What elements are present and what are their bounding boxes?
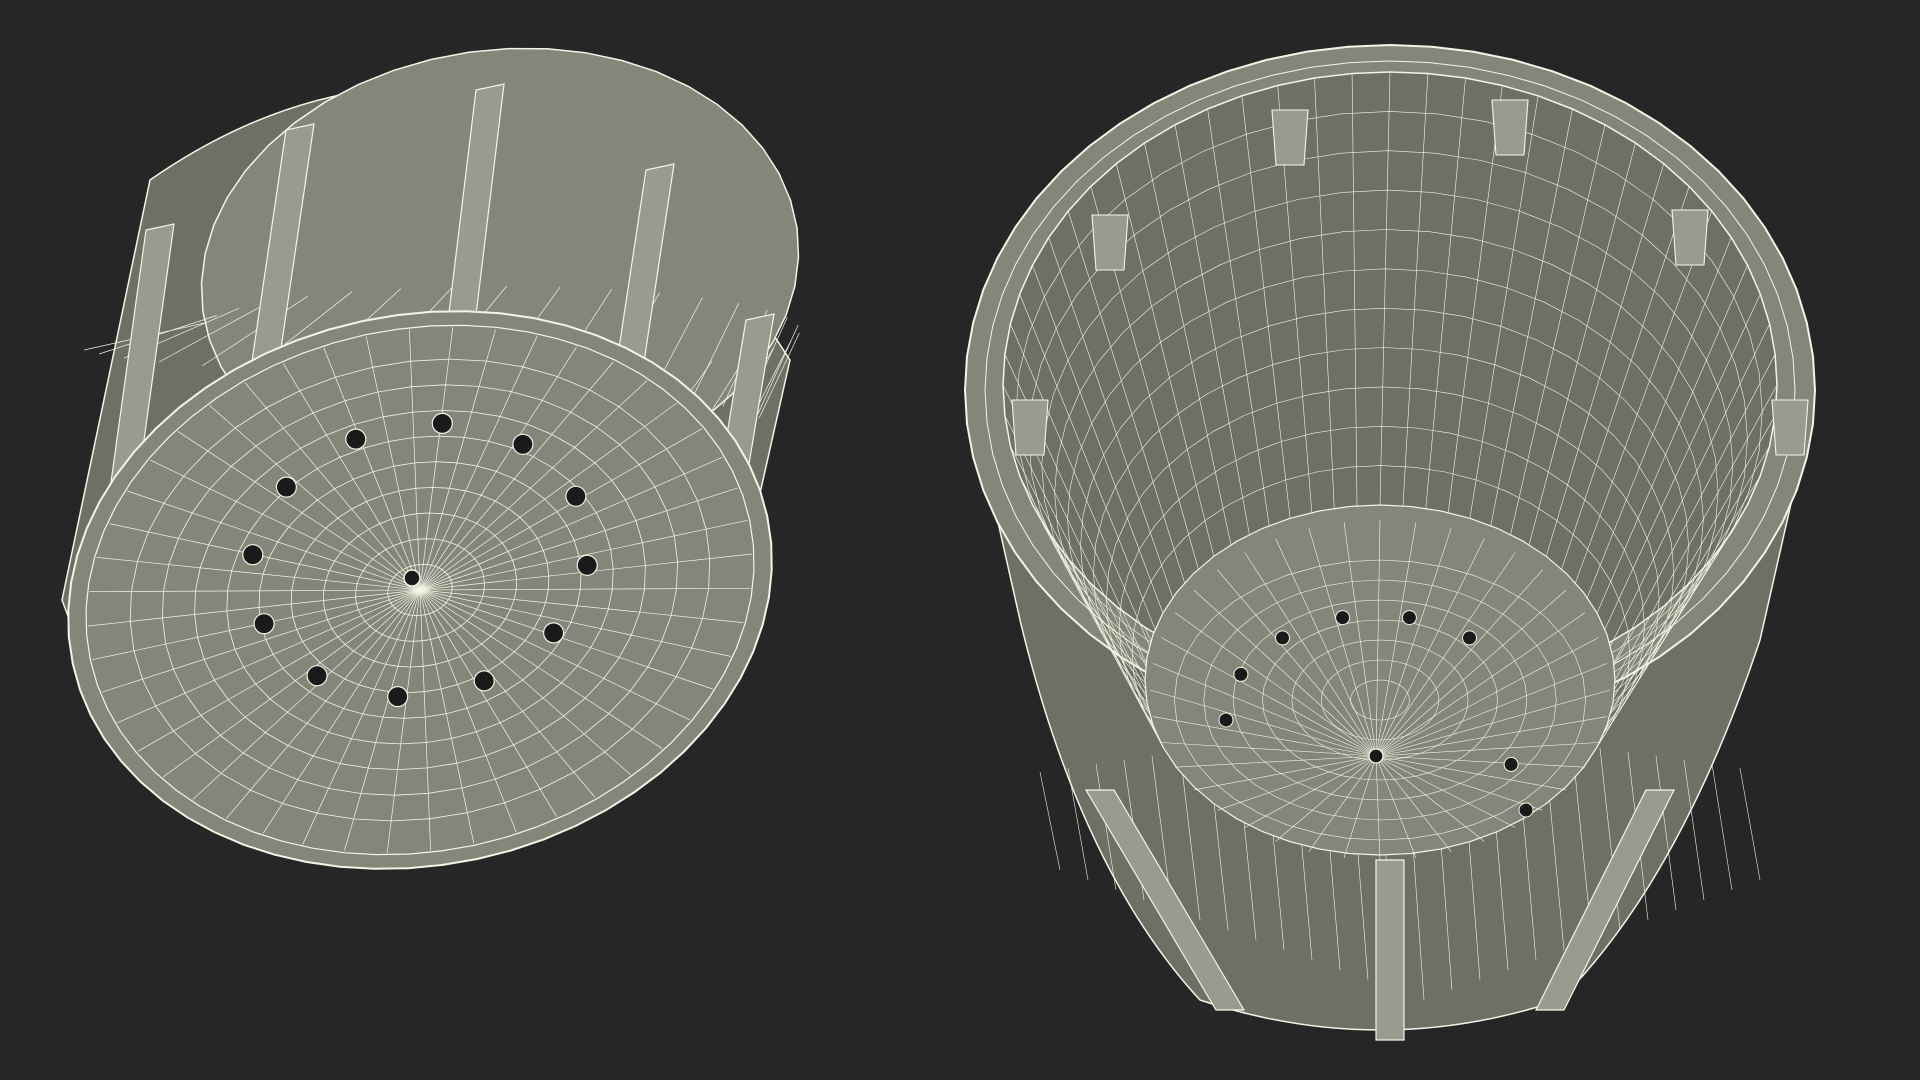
rim-tab <box>1011 399 1049 456</box>
wireframe-scene <box>0 0 1920 1080</box>
drain-hole <box>306 665 328 687</box>
drain-hole <box>1233 666 1249 682</box>
rim-tab <box>1491 99 1529 156</box>
drain-hole <box>275 476 297 498</box>
drain-hole <box>242 544 264 566</box>
drain-hole <box>1275 630 1290 646</box>
drain-hole <box>1335 610 1351 626</box>
drain-hole <box>1518 802 1534 818</box>
drain-hole <box>512 433 534 455</box>
center-hole <box>403 569 421 587</box>
rim-tab <box>1271 109 1309 166</box>
drain-hole <box>565 485 587 507</box>
drain-hole <box>576 554 598 576</box>
drain-hole <box>431 412 453 434</box>
drain-hole <box>387 685 409 708</box>
drain-hole <box>473 670 495 692</box>
drain-hole <box>1462 630 1477 646</box>
drain-hole <box>345 428 367 450</box>
support-rib <box>1375 859 1405 1041</box>
rim-tab <box>1091 214 1129 271</box>
render-canvas <box>0 0 1920 1080</box>
drain-hole <box>542 622 565 644</box>
rim-tab <box>1771 399 1809 456</box>
drain-hole <box>1218 712 1234 728</box>
drain-hole <box>1503 756 1519 772</box>
drain-hole <box>1401 610 1417 626</box>
drain-hole <box>253 613 275 635</box>
rim-tab <box>1671 209 1709 266</box>
basket-bottom-view <box>61 47 800 870</box>
center-hole <box>1368 748 1384 764</box>
